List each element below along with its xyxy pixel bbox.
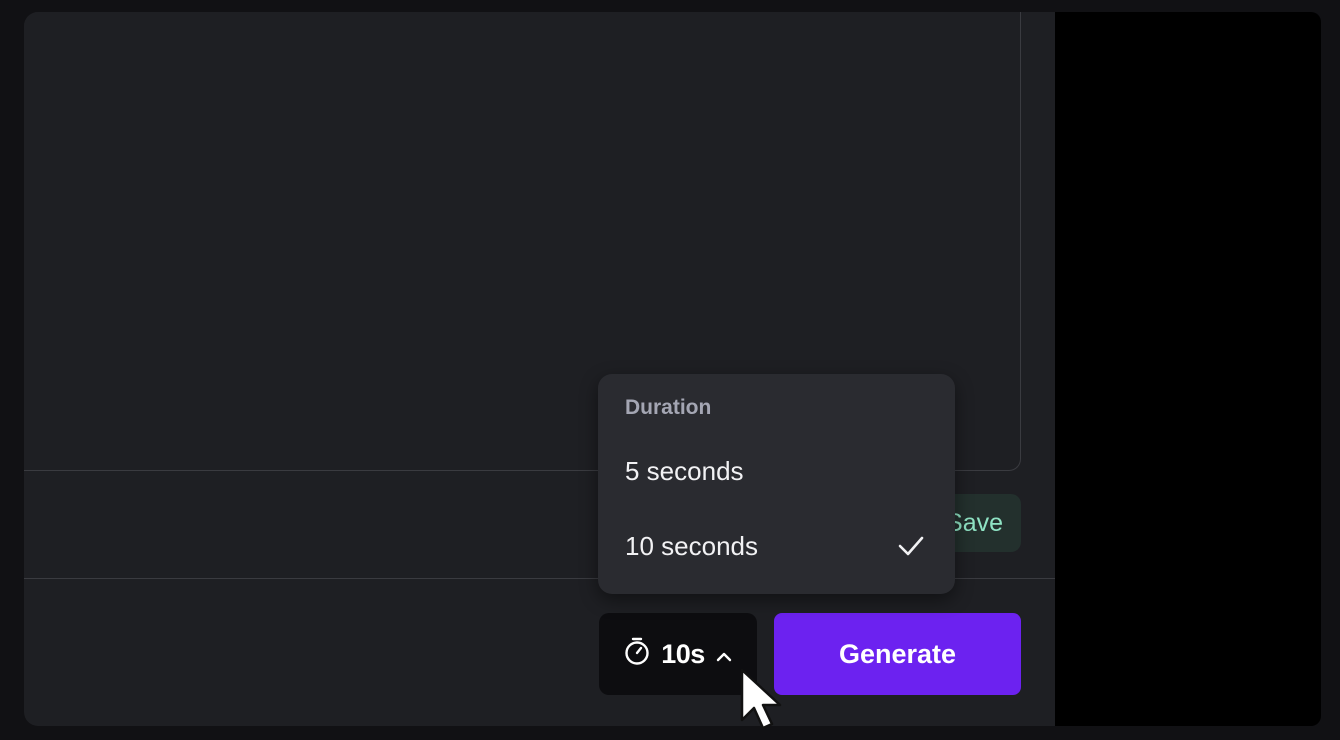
duration-option-5s[interactable]: 5 seconds	[598, 441, 955, 501]
duration-value: 10s	[661, 638, 705, 669]
preview-pane	[1055, 12, 1321, 726]
duration-dropdown-menu: Duration 5 seconds 10 seconds	[598, 374, 955, 594]
mouse-pointer-icon	[740, 668, 792, 732]
duration-option-label: 5 seconds	[625, 455, 744, 486]
chevron-up-icon	[715, 639, 733, 670]
duration-option-label: 10 seconds	[625, 530, 758, 561]
generate-button-label: Generate	[838, 638, 957, 669]
editor-panel: Save 10s Generate	[24, 12, 1055, 726]
duration-selector-button[interactable]: 10s	[599, 613, 757, 695]
checkmark-icon	[897, 533, 925, 559]
stopwatch-icon	[623, 636, 651, 673]
duration-option-10s[interactable]: 10 seconds	[598, 516, 955, 576]
app-window: Save 10s Generate Duration 5 seconds 10 …	[0, 0, 1340, 740]
duration-menu-header: Duration	[625, 396, 712, 419]
generate-button[interactable]: Generate	[774, 613, 1021, 695]
